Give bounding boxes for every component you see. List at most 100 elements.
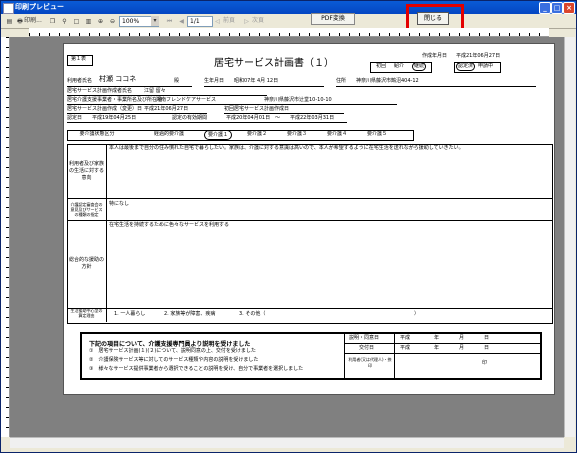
table-rule (67, 220, 552, 221)
form-tab-label: 第１表 (71, 56, 87, 62)
explain-date-label: 説明・同意日 (349, 335, 380, 341)
care-level-label: 要介護状態区分 (79, 131, 115, 137)
table-rule (67, 308, 552, 309)
copy-icon[interactable]: ❐ (47, 16, 58, 28)
first-page-icon[interactable]: ⏮ (164, 16, 175, 28)
vertical-ruler (1, 37, 10, 437)
issue-date-label: 交付日 (359, 345, 375, 351)
pdf-convert-button[interactable]: PDF変換 (311, 13, 355, 25)
section4-option-1: 1. 一人暮らし (114, 311, 146, 317)
issue-year: 年 (434, 345, 440, 351)
issue-month: 月 (459, 345, 465, 351)
notice-item-3: ③ 様々なサービス提供事業者から選択できることの説明を受け、自分で事業者を選択し… (89, 366, 304, 372)
care-level-1: 要介護１ (204, 130, 232, 140)
close-window-button[interactable]: × (563, 2, 575, 14)
print-preview-window: 印刷プレビュー _ □ × ▤ 🖶 印刷... ❐ ⚲ □ ▥ ⊕ ⊖ 100%… (0, 0, 577, 453)
cert-done: 認定済 (456, 62, 476, 71)
vertical-scrollbar[interactable] (564, 37, 575, 437)
title-bar: 印刷プレビュー _ □ × (1, 1, 576, 14)
status-initial: 初回 (376, 63, 387, 69)
cert-applying: 申請中 (478, 63, 494, 69)
valid-period-label: 認定の有効期間 (172, 115, 208, 121)
rule (67, 104, 397, 105)
status-continuing: 継続 (412, 62, 427, 71)
app-icon (3, 3, 14, 14)
rule (67, 95, 267, 96)
sign-divider (394, 334, 395, 378)
first-date-label: 初回居宅サービス計画作成日 (224, 106, 290, 112)
valid-to: 平成22年03月31日 (290, 115, 335, 121)
section4-end: ） (414, 311, 420, 317)
prev-button[interactable]: 前頁 (221, 16, 237, 26)
user-name-label: 利用者氏名 (67, 78, 93, 84)
rule (204, 86, 324, 87)
created-date-label: 作成年月日 (422, 53, 448, 59)
address: 神奈川県藤沢市鵠沼404-12 (356, 78, 419, 84)
created-date: 平成21年06月27日 (456, 53, 501, 59)
issue-day: 日 (484, 345, 490, 351)
single-page-icon[interactable]: □ (71, 16, 82, 28)
sign-rule (344, 343, 540, 344)
care-level-0: 経過的要介護 (153, 131, 184, 137)
honorific: 殿 (174, 78, 180, 84)
section2-text: 特になし (109, 201, 130, 207)
notice-item-1: ① 居宅サービス計画(１)(２)について、説明同意の上、交付を受けました (89, 348, 256, 354)
print-button[interactable]: 印刷... (23, 16, 43, 26)
section1-label: 利用者及び家族の生活に対する意向 (69, 161, 105, 181)
change-date-label: 居宅サービス計画作成（変更）日 (67, 106, 143, 112)
sign-rule (344, 353, 540, 354)
rule (224, 113, 344, 114)
care-level-4: 要介護４ (326, 131, 347, 137)
birth-date: 昭和07年 4月 12日 (234, 78, 279, 84)
table-divider (106, 144, 107, 322)
table-rule (67, 198, 552, 199)
prev-page-icon[interactable]: ◀ (176, 16, 187, 28)
section3-label: 総合的な援助の方針 (69, 257, 105, 270)
office-address: 神奈川県藤沢市辻堂10-10-10 (264, 97, 332, 103)
section1-text: 本人は最後まで自分の住み慣れた自宅で暮らしたい。家族は、介護に対する意識は高いの… (109, 145, 464, 151)
multi-page-icon[interactable]: ▥ (83, 16, 94, 28)
planner-label: 居宅サービス計画作成者氏名 (67, 88, 133, 94)
rule (336, 86, 536, 87)
binoculars-icon[interactable]: ⚲ (59, 16, 70, 28)
explain-year: 年 (434, 335, 440, 341)
care-level-5: 要介護５ (366, 131, 387, 137)
status-referral: 紹介 (394, 63, 405, 69)
cert-date: 平成19年04月25日 (92, 115, 137, 121)
horizontal-scrollbar[interactable] (10, 437, 564, 448)
care-level-2: 要介護２ (246, 131, 267, 137)
page-number-input[interactable]: 1/1 (187, 16, 213, 27)
rule (67, 122, 347, 123)
valid-tilde: ～ (275, 115, 281, 121)
section4-option-2: 2. 家族等が障害、疾病 (164, 311, 216, 317)
section4-option-3: 3. その他（ (239, 311, 266, 317)
next-button[interactable]: 次頁 (250, 16, 266, 26)
care-level-3: 要介護３ (286, 131, 307, 137)
explain-month: 月 (459, 335, 465, 341)
explain-era: 平成 (400, 335, 411, 341)
zoom-out-icon[interactable]: ⊖ (107, 16, 118, 28)
window-title: 印刷プレビュー (15, 3, 64, 11)
chevron-down-icon[interactable]: ▾ (151, 16, 159, 26)
address-label: 住所 (336, 78, 347, 84)
change-date: 平成21年06月27日 (144, 106, 189, 112)
user-name: 村瀬 ココネ (99, 75, 137, 83)
plan-table (67, 144, 553, 324)
notice-title: 下記の項目について、介護支援専門員より説明を受けました (89, 341, 251, 348)
rule (67, 113, 207, 114)
planner-name: 江留 留々 (144, 88, 166, 94)
maximize-button[interactable]: □ (551, 2, 563, 14)
cert-date-label: 認定日 (67, 115, 83, 121)
document-page: 第１表 居宅サービス計画書（１） 作成年月日 平成21年06月27日 初回 紹介… (63, 43, 555, 395)
toolbar: ▤ 🖶 印刷... ❐ ⚲ □ ▥ ⊕ ⊖ 100% ▾ ⏮ ◀ 1/1 ◁ 前… (1, 14, 576, 29)
birth-label: 生年月日 (204, 78, 225, 84)
section4-label: 生活援助中心型の算定理由 (70, 308, 103, 318)
office-name: 湘南フレンドケアサービス (156, 97, 217, 103)
minimize-button[interactable]: _ (539, 2, 551, 14)
zoom-in-icon[interactable]: ⊕ (95, 16, 106, 28)
notice-item-2: ② 介護保険サービス等に対してのサービス種類や内容の説明を受けました (89, 357, 259, 363)
explain-day: 日 (484, 335, 490, 341)
signer-label: 利用者(又は代理人)・捺印 (348, 357, 392, 368)
form-title: 居宅サービス計画書（１） (214, 58, 334, 69)
section3-text: 在宅生活を持続するために色々なサービスを利用する (109, 222, 230, 228)
